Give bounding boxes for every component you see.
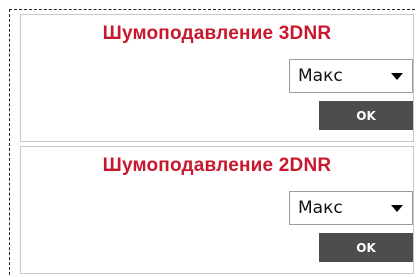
3dnr-level-select[interactable]: Макс: [289, 59, 413, 93]
select-value: Макс: [298, 66, 343, 86]
2dnr-level-select[interactable]: Макс: [289, 191, 413, 225]
section-title: Шумоподавление 3DNR: [102, 23, 332, 44]
chevron-down-icon: [391, 72, 403, 80]
2dnr-ok-button[interactable]: OK: [319, 233, 413, 262]
chevron-down-icon: [391, 204, 403, 212]
noise-reduction-3dnr-panel: Шумоподавление 3DNR Макс OK: [20, 14, 414, 142]
noise-reduction-2dnr-panel: Шумоподавление 2DNR Макс OK: [20, 146, 414, 274]
select-value: Макс: [298, 198, 343, 218]
section-title: Шумоподавление 2DNR: [102, 155, 332, 176]
3dnr-ok-button[interactable]: OK: [319, 101, 413, 130]
